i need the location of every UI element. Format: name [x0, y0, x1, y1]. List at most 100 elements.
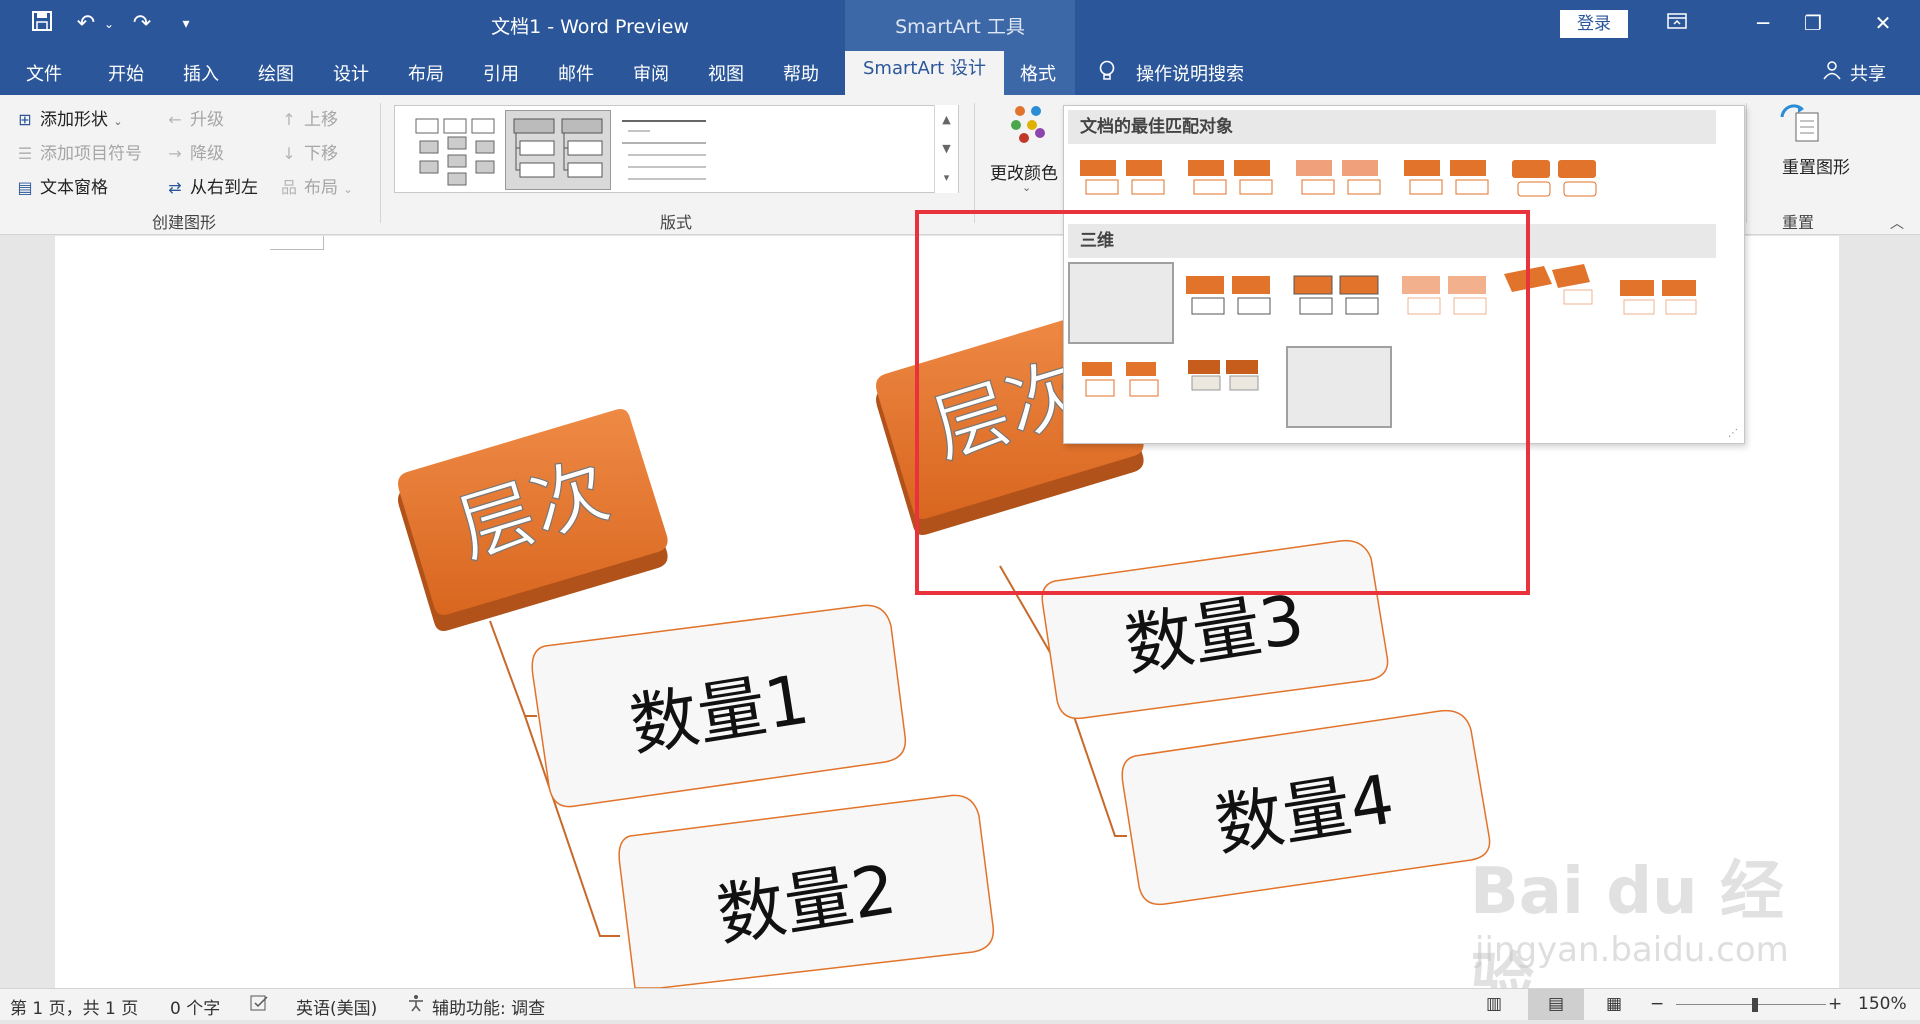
close-icon[interactable]: ✕: [1860, 8, 1906, 38]
text-pane-button[interactable]: ▤ 文本窗格: [14, 173, 108, 198]
move-up-label: 上移: [304, 110, 338, 130]
demote-button[interactable]: → 降级: [164, 139, 224, 164]
tab-draw[interactable]: 绘图: [258, 60, 294, 86]
layouts-gallery: [394, 105, 959, 193]
undo-dropdown-icon[interactable]: ⌄: [102, 10, 116, 38]
demote-label: 降级: [190, 144, 224, 164]
scroll-up-icon[interactable]: ▲: [935, 105, 958, 134]
window-title: 文档1 - Word Preview: [491, 16, 689, 38]
swap-arrows-icon: ⇄: [168, 178, 182, 197]
group-divider: [380, 103, 381, 223]
zoom-slider-thumb[interactable]: [1752, 998, 1758, 1012]
chevron-down-icon: ⌄: [1022, 181, 1032, 194]
text-pane-icon: ▤: [17, 178, 33, 197]
ribbon-tabs: 文件 开始 插入 绘图 设计 布局 引用 邮件 审阅 视图 帮助 SmartAr…: [0, 47, 1920, 95]
undo-icon[interactable]: ↶: [70, 10, 102, 38]
zoom-level[interactable]: 150%: [1858, 994, 1907, 1014]
add-bullet-label: 添加项目符号: [40, 144, 142, 164]
tab-mailings[interactable]: 邮件: [558, 60, 594, 86]
tab-home[interactable]: 开始: [108, 60, 144, 86]
gallery-more-icon[interactable]: ▾: [935, 163, 958, 192]
move-down-button[interactable]: ↓ 下移: [278, 139, 338, 164]
restore-icon[interactable]: ❐: [1790, 8, 1836, 38]
chevron-down-icon: ⌄: [113, 115, 123, 128]
arrow-left-icon: ←: [168, 110, 182, 129]
login-button[interactable]: 登录: [1560, 10, 1628, 38]
word-count[interactable]: 0 个字: [170, 994, 220, 1019]
layout-label: 布局: [304, 178, 338, 198]
tab-review[interactable]: 审阅: [633, 60, 669, 86]
resize-grip-icon[interactable]: ⋰: [1728, 428, 1738, 439]
add-shape-icon: ⊞: [18, 110, 32, 129]
status-bar: 第 1 页，共 1 页 0 个字 英语(美国) 辅助功能: 调查 ▥ ▤ ▦ −…: [0, 988, 1920, 1020]
org-chart-icon: 品: [280, 178, 297, 197]
tell-me-search[interactable]: 操作说明搜索: [1136, 60, 1244, 86]
ribbon-display-options-icon[interactable]: [1654, 8, 1700, 38]
tab-format[interactable]: 格式: [1020, 60, 1056, 86]
text-pane-label: 文本窗格: [40, 178, 108, 198]
promote-button[interactable]: ← 升级: [164, 105, 224, 130]
context-tools-title: SmartArt 工具: [895, 16, 1025, 38]
share-button[interactable]: 共享: [1850, 60, 1886, 86]
arrow-up-icon: ↑: [282, 110, 296, 129]
section-best-match: 文档的最佳匹配对象: [1068, 110, 1716, 144]
layout-option-1[interactable]: [401, 110, 507, 190]
print-layout-icon[interactable]: ▤: [1528, 989, 1584, 1020]
move-up-button[interactable]: ↑ 上移: [278, 105, 338, 130]
share-icon[interactable]: [1822, 60, 1842, 85]
lightbulb-icon[interactable]: [1098, 60, 1116, 87]
redo-icon[interactable]: ↷: [126, 10, 158, 38]
layout-option-3[interactable]: [609, 110, 715, 190]
tab-layout[interactable]: 布局: [408, 60, 444, 86]
promote-label: 升级: [190, 110, 224, 130]
accessibility-icon[interactable]: [406, 994, 426, 1017]
zoom-out-icon[interactable]: −: [1650, 994, 1664, 1014]
accessibility-status[interactable]: 辅助功能: 调查: [432, 994, 545, 1019]
tab-view[interactable]: 视图: [708, 60, 744, 86]
scroll-down-icon[interactable]: ▼: [935, 134, 958, 163]
bullet-list-icon: ☰: [17, 144, 33, 163]
zoom-in-icon[interactable]: +: [1828, 994, 1842, 1014]
minimize-icon[interactable]: ─: [1740, 8, 1786, 38]
proofing-icon[interactable]: [250, 994, 270, 1017]
tab-references[interactable]: 引用: [483, 60, 519, 86]
layout-option-2[interactable]: [505, 110, 611, 190]
page-count[interactable]: 第 1 页，共 1 页: [10, 994, 138, 1019]
reset-graphic-icon: [1780, 104, 1819, 142]
group-divider: [1746, 103, 1747, 223]
style-option-3d-sunset[interactable]: [1614, 262, 1720, 344]
reset-graphic-button[interactable]: 重置图形: [1770, 103, 1850, 203]
tab-insert[interactable]: 插入: [183, 60, 219, 86]
zoom-slider[interactable]: [1676, 1004, 1826, 1005]
layout-button[interactable]: 品布局 ⌄: [278, 173, 353, 198]
add-bullet-button[interactable]: ☰ 添加项目符号: [14, 139, 142, 164]
language-indicator[interactable]: 英语(美国): [296, 994, 377, 1019]
tab-design[interactable]: 设计: [333, 60, 369, 86]
group-divider: [974, 103, 975, 223]
change-colors-button[interactable]: 更改颜色 ⌄: [990, 103, 1064, 203]
highlight-annotation-box: [915, 210, 1530, 595]
web-layout-icon[interactable]: ▦: [1606, 994, 1622, 1014]
right-to-left-button[interactable]: ⇄ 从右到左: [164, 173, 258, 198]
save-icon[interactable]: [28, 10, 56, 38]
customize-toolbar-icon[interactable]: ▾: [176, 10, 196, 38]
move-down-label: 下移: [304, 144, 338, 164]
chevron-down-icon: ⌄: [343, 183, 353, 196]
read-mode-icon[interactable]: ▥: [1486, 994, 1502, 1014]
collapse-ribbon-icon[interactable]: ︿: [1890, 213, 1904, 233]
arrow-right-icon: →: [168, 144, 182, 163]
layouts-group-label: 版式: [660, 213, 693, 232]
add-shape-label: 添加形状: [40, 110, 108, 130]
gallery-scrollbar[interactable]: ▲ ▼ ▾: [934, 105, 958, 193]
tab-smartart-design[interactable]: SmartArt 设计: [845, 51, 1004, 95]
reset-graphic-label: 重置图形: [1782, 158, 1850, 178]
tab-file[interactable]: 文件: [26, 60, 62, 86]
title-bar: ↶ ⌄ ↷ ▾ 文档1 - Word Preview SmartArt 工具 登…: [0, 0, 1920, 47]
add-shape-button[interactable]: ⊞ 添加形状 ⌄: [14, 105, 123, 130]
color-palette-icon: [1011, 106, 1045, 143]
create-graphic-group-label: 创建图形: [152, 213, 217, 232]
watermark-url: jingyan.baidu.com: [1475, 930, 1789, 970]
right-to-left-label: 从右到左: [190, 178, 258, 198]
arrow-down-icon: ↓: [282, 144, 296, 163]
tab-help[interactable]: 帮助: [783, 60, 819, 86]
